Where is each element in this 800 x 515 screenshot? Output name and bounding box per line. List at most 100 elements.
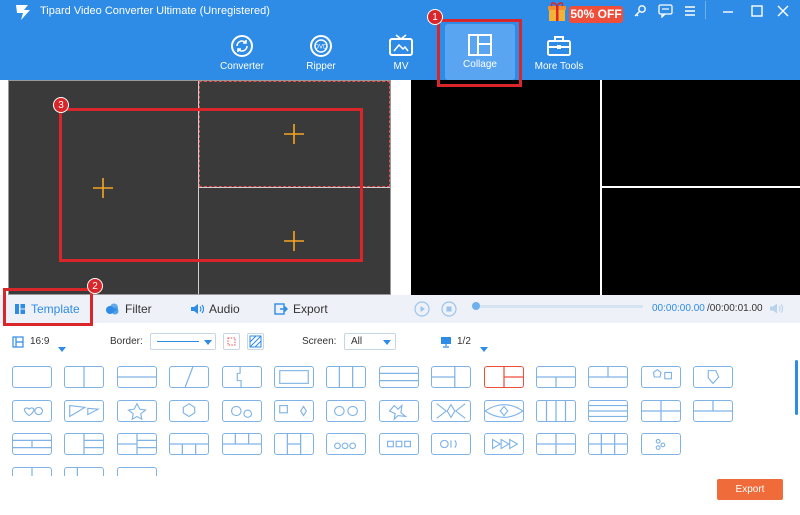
app-logo-icon: [14, 3, 34, 26]
screen-select[interactable]: All: [344, 333, 396, 350]
nav-more-tools[interactable]: More Tools: [524, 27, 594, 77]
template-layout-thumbnail[interactable]: [221, 433, 262, 455]
template-layout-thumbnail[interactable]: [693, 399, 734, 422]
menu-icon[interactable]: [683, 4, 697, 23]
template-layout-thumbnail[interactable]: [640, 399, 681, 422]
template-layout-thumbnail[interactable]: [483, 399, 524, 422]
border-pattern-button[interactable]: [247, 333, 264, 350]
nav-label: MV: [393, 61, 409, 72]
minimize-icon[interactable]: [721, 4, 735, 23]
progress-handle[interactable]: [472, 302, 480, 310]
nav-converter[interactable]: Converter: [207, 27, 277, 77]
template-layout-thumbnail[interactable]: [588, 433, 629, 455]
template-layout-thumbnail[interactable]: [483, 366, 524, 388]
dvd-icon: DVD: [310, 35, 332, 57]
nav-ripper[interactable]: DVD Ripper: [286, 27, 356, 77]
chevron-down-icon[interactable]: [480, 339, 488, 357]
export-button[interactable]: Export: [717, 479, 783, 500]
screen-label: Screen:: [302, 336, 337, 347]
template-layout-thumbnail[interactable]: [221, 399, 262, 422]
template-layout-thumbnail[interactable]: [12, 433, 52, 455]
highlight-box: [437, 19, 522, 87]
template-layout-thumbnail[interactable]: [431, 366, 472, 388]
template-layout-thumbnail[interactable]: [64, 366, 105, 388]
template-layout-thumbnail[interactable]: [483, 433, 524, 455]
scrollbar[interactable]: [795, 360, 798, 415]
template-layout-thumbnail[interactable]: [12, 366, 52, 388]
progress-track[interactable]: [473, 305, 643, 308]
export-icon: [274, 303, 288, 315]
promo-badge[interactable]: 50% OFF: [569, 6, 623, 23]
aspect-ratio-value[interactable]: 16:9: [30, 336, 49, 347]
template-layout-thumbnail[interactable]: [326, 433, 367, 455]
nav-label: More Tools: [534, 61, 584, 72]
page-indicator: 1/2: [457, 336, 471, 347]
template-layout-thumbnail[interactable]: [12, 399, 52, 422]
template-layout-thumbnail[interactable]: [640, 433, 681, 455]
svg-text:DVD: DVD: [315, 45, 328, 51]
highlight-box: [3, 288, 93, 326]
toolbox-icon: [547, 36, 571, 56]
template-layout-thumbnail[interactable]: [640, 366, 681, 388]
template-grid: [12, 366, 792, 476]
maximize-icon[interactable]: [750, 4, 764, 23]
template-layout-thumbnail[interactable]: [274, 399, 314, 422]
template-layout-thumbnail[interactable]: [64, 399, 105, 422]
template-layout-thumbnail[interactable]: [116, 433, 157, 455]
tab-filter[interactable]: Filter: [105, 295, 152, 323]
step-badge: 2: [87, 278, 103, 294]
tab-label: Audio: [209, 302, 240, 316]
tab-label: Filter: [125, 302, 152, 316]
window-title: Tipard Video Converter Ultimate (Unregis…: [40, 5, 270, 17]
template-layout-thumbnail[interactable]: [169, 399, 210, 422]
template-layout-thumbnail[interactable]: [326, 366, 367, 388]
audio-icon: [191, 304, 204, 314]
cell-divider: [602, 186, 800, 188]
template-layout-thumbnail[interactable]: [378, 366, 419, 388]
divider: [705, 1, 706, 19]
play-icon[interactable]: [414, 301, 430, 322]
key-icon[interactable]: [633, 4, 647, 23]
tab-export[interactable]: Export: [274, 295, 328, 323]
volume-icon[interactable]: [769, 302, 784, 320]
template-layout-thumbnail[interactable]: [378, 433, 419, 455]
template-layout-thumbnail[interactable]: [221, 366, 262, 388]
tv-icon: [389, 34, 413, 56]
template-layout-thumbnail[interactable]: [169, 433, 210, 455]
chevron-down-icon[interactable]: [58, 339, 66, 357]
template-layout-thumbnail[interactable]: [693, 366, 734, 388]
stop-icon[interactable]: [441, 301, 457, 322]
nav-mv[interactable]: MV: [366, 27, 436, 77]
close-icon[interactable]: [776, 4, 790, 23]
border-style-select[interactable]: [150, 333, 216, 350]
template-layout-thumbnail[interactable]: [12, 466, 52, 476]
template-layout-thumbnail[interactable]: [116, 366, 157, 388]
template-layout-thumbnail[interactable]: [274, 433, 314, 455]
template-layout-thumbnail[interactable]: [588, 399, 629, 422]
template-layout-thumbnail[interactable]: [431, 433, 472, 455]
template-layout-thumbnail[interactable]: [64, 433, 105, 455]
template-layout-thumbnail[interactable]: [431, 399, 472, 422]
gift-icon[interactable]: [546, 0, 568, 27]
tab-audio[interactable]: Audio: [190, 295, 240, 323]
feedback-icon[interactable]: [658, 4, 673, 23]
chevron-down-icon: [204, 340, 212, 345]
nav-label: Ripper: [306, 61, 336, 72]
template-layout-thumbnail[interactable]: [378, 399, 419, 422]
template-layout-thumbnail[interactable]: [536, 433, 576, 455]
chevron-down-icon: [383, 340, 391, 345]
template-layout-thumbnail[interactable]: [169, 366, 210, 388]
template-layout-thumbnail[interactable]: [536, 366, 576, 388]
template-layout-thumbnail[interactable]: [588, 366, 629, 388]
highlight-box: [59, 108, 363, 262]
template-layout-thumbnail[interactable]: [116, 466, 157, 476]
nav-label: Converter: [220, 61, 264, 72]
border-color-button[interactable]: [223, 333, 240, 350]
template-layout-thumbnail[interactable]: [536, 399, 576, 422]
aspect-ratio-icon: [12, 335, 24, 353]
template-layout-thumbnail[interactable]: [64, 466, 105, 476]
template-layout-thumbnail[interactable]: [326, 399, 367, 422]
template-layout-thumbnail[interactable]: [274, 366, 314, 388]
time-current: 00:00:00.00: [652, 303, 705, 314]
template-layout-thumbnail[interactable]: [116, 399, 157, 422]
